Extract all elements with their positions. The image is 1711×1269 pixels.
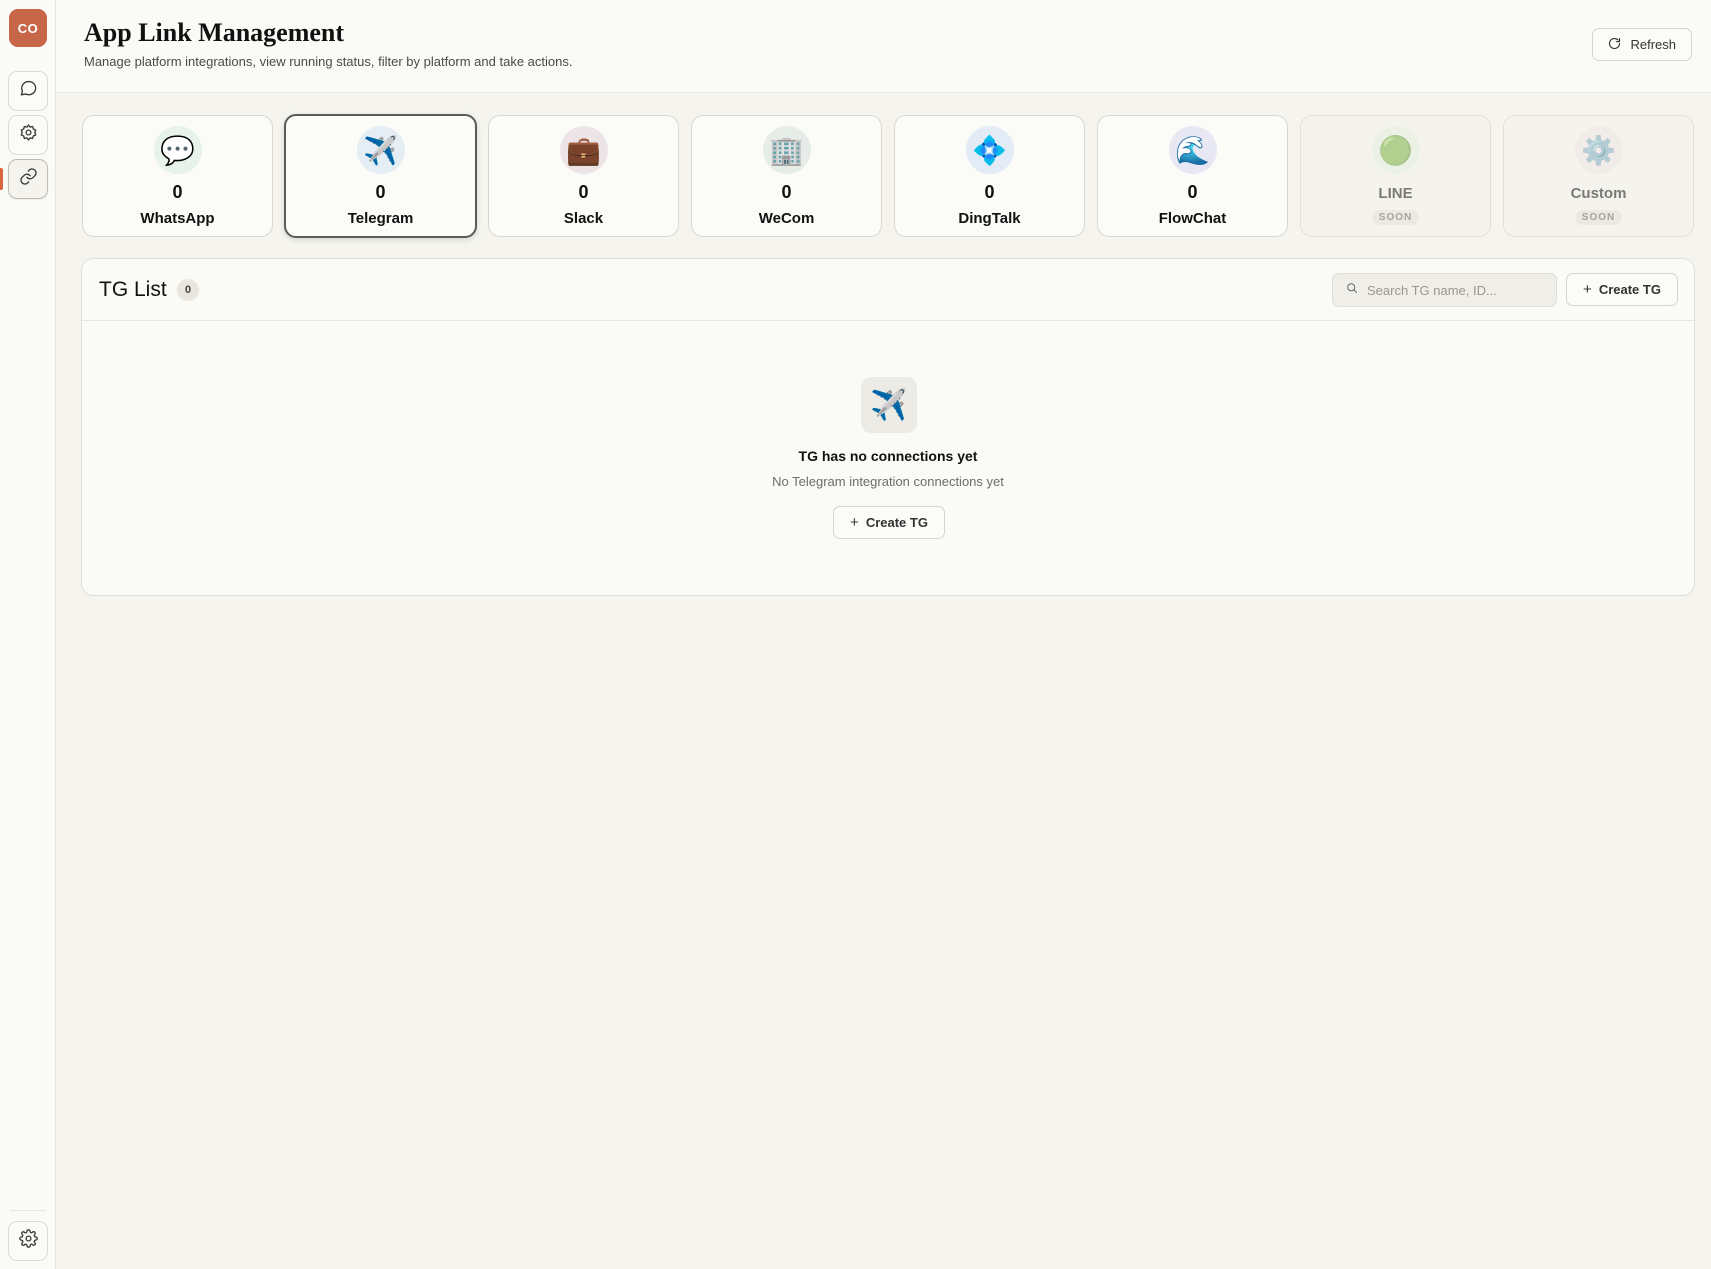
refresh-button[interactable]: Refresh [1592,28,1692,61]
empty-state-subtitle: No Telegram integration connections yet [772,474,1004,489]
platform-card-wecom[interactable]: 🏢 0 WeCom [691,115,882,237]
sidebar-divider [10,1210,46,1211]
platform-count: 0 [172,182,183,202]
platform-name: WeCom [758,210,815,227]
create-tg-button[interactable]: + Create TG [1566,273,1678,306]
tg-list-panel: TG List 0 + Create TG ✈️ TG has no conne… [81,258,1695,596]
global-settings-button[interactable] [8,1221,48,1261]
nav-app-links-button[interactable] [8,159,48,199]
coming-soon-badge: SOON [1574,210,1623,225]
chat-bubble-icon [19,79,38,103]
plus-icon: + [1583,281,1592,298]
create-tg-label: Create TG [1598,282,1661,297]
refresh-icon [1607,36,1622,54]
plus-icon: + [850,514,859,531]
dingtalk-icon: 💠 [965,126,1014,174]
refresh-label: Refresh [1630,37,1676,52]
platform-name: WhatsApp [140,210,215,227]
empty-state-title: TG has no connections yet [798,448,978,464]
link-icon [19,167,38,191]
search-icon [1346,281,1358,299]
platform-count: 0 [1187,182,1198,202]
slack-icon: 💼 [559,126,608,174]
platform-card-dingtalk[interactable]: 💠 0 DingTalk [894,115,1085,237]
sidebar: CO [0,0,56,1269]
platform-count: 0 [781,182,792,202]
platform-card-whatsapp[interactable]: 💬 0 WhatsApp [82,115,273,237]
nav-settings-button[interactable] [8,115,48,155]
user-avatar[interactable]: CO [9,9,47,47]
settings-cog-icon [19,123,38,147]
coming-soon-badge: SOON [1371,210,1420,225]
platform-card-line: 🟢 LINE SOON [1300,115,1491,237]
custom-gear-icon: ⚙️ [1574,126,1623,174]
telegram-icon: ✈️ [356,126,405,174]
gear-icon [18,1229,38,1253]
line-icon: 🟢 [1371,126,1420,174]
platform-name: FlowChat [1158,210,1227,227]
search-box[interactable] [1332,273,1557,307]
platform-card-flowchat[interactable]: 🌊 0 FlowChat [1097,115,1288,237]
empty-create-tg-button[interactable]: + Create TG [833,506,945,539]
active-nav-indicator [0,168,3,190]
platform-count: 0 [375,182,386,202]
whatsapp-icon: 💬 [153,126,202,174]
flowchat-icon: 🌊 [1168,126,1217,174]
list-title: TG List [99,278,167,301]
create-tg-label: Create TG [865,515,928,530]
platform-name: LINE [1378,185,1413,202]
wecom-icon: 🏢 [762,126,811,174]
platform-name: Slack [563,210,604,227]
platform-card-slack[interactable]: 💼 0 Slack [488,115,679,237]
platform-name: Telegram [347,210,414,227]
list-count-badge: 0 [177,279,199,301]
telegram-plane-icon: ✈️ [861,377,917,433]
page-header: App Link Management Manage platform inte… [56,0,1711,93]
page-subtitle: Manage platform integrations, view runni… [84,54,573,69]
platform-count: 0 [984,182,995,202]
platform-card-telegram[interactable]: ✈️ 0 Telegram [284,114,477,238]
search-input[interactable] [1367,282,1547,298]
list-header: TG List 0 + Create TG [82,259,1694,321]
platform-name: Custom [1570,185,1627,202]
platform-card-custom: ⚙️ Custom SOON [1503,115,1694,237]
platform-name: DingTalk [958,210,1021,227]
platform-count: 0 [578,182,589,202]
page-title: App Link Management [84,18,345,47]
platform-filter-cards: 💬 0 WhatsApp ✈️ 0 Telegram 💼 0 Slack 🏢 0… [82,114,1694,238]
nav-chat-button[interactable] [8,71,48,111]
